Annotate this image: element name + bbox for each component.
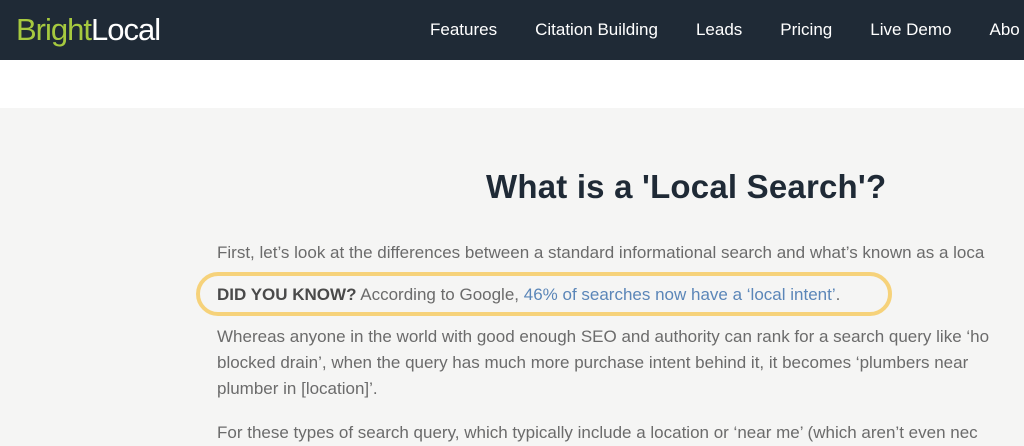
did-you-know-text: According to Google, xyxy=(356,285,524,304)
paragraph-line: plumber in [location]’. xyxy=(217,379,378,398)
nav-citation-building[interactable]: Citation Building xyxy=(535,20,658,40)
main-nav: Features Citation Building Leads Pricing… xyxy=(430,0,1024,60)
nav-live-demo[interactable]: Live Demo xyxy=(870,20,951,40)
local-intent-link[interactable]: 46% of searches now have a ‘local intent… xyxy=(524,285,836,304)
site-header: BrightLocal Features Citation Building L… xyxy=(0,0,1024,60)
logo-bright: Bright xyxy=(16,12,92,47)
did-you-know-paragraph: DID YOU KNOW? According to Google, 46% o… xyxy=(217,282,840,308)
nav-about[interactable]: Abo xyxy=(990,20,1020,40)
paragraph-line: Whereas anyone in the world with good en… xyxy=(217,327,990,346)
nav-leads[interactable]: Leads xyxy=(696,20,742,40)
intro-paragraph: First, let’s look at the differences bet… xyxy=(217,243,985,262)
nav-features[interactable]: Features xyxy=(430,20,497,40)
did-you-know-end: . xyxy=(835,285,841,304)
brightlocal-logo[interactable]: BrightLocal xyxy=(16,10,161,50)
did-you-know-label: DID YOU KNOW? xyxy=(217,285,357,304)
article-title: What is a 'Local Search'? xyxy=(486,168,887,205)
nav-pricing[interactable]: Pricing xyxy=(780,20,832,40)
paragraph-line: blocked drain’, when the query has much … xyxy=(217,353,969,372)
logo-local: Local xyxy=(90,12,161,47)
paragraph-line: For these types of search query, which t… xyxy=(217,423,978,442)
page-top-band xyxy=(0,60,1024,108)
